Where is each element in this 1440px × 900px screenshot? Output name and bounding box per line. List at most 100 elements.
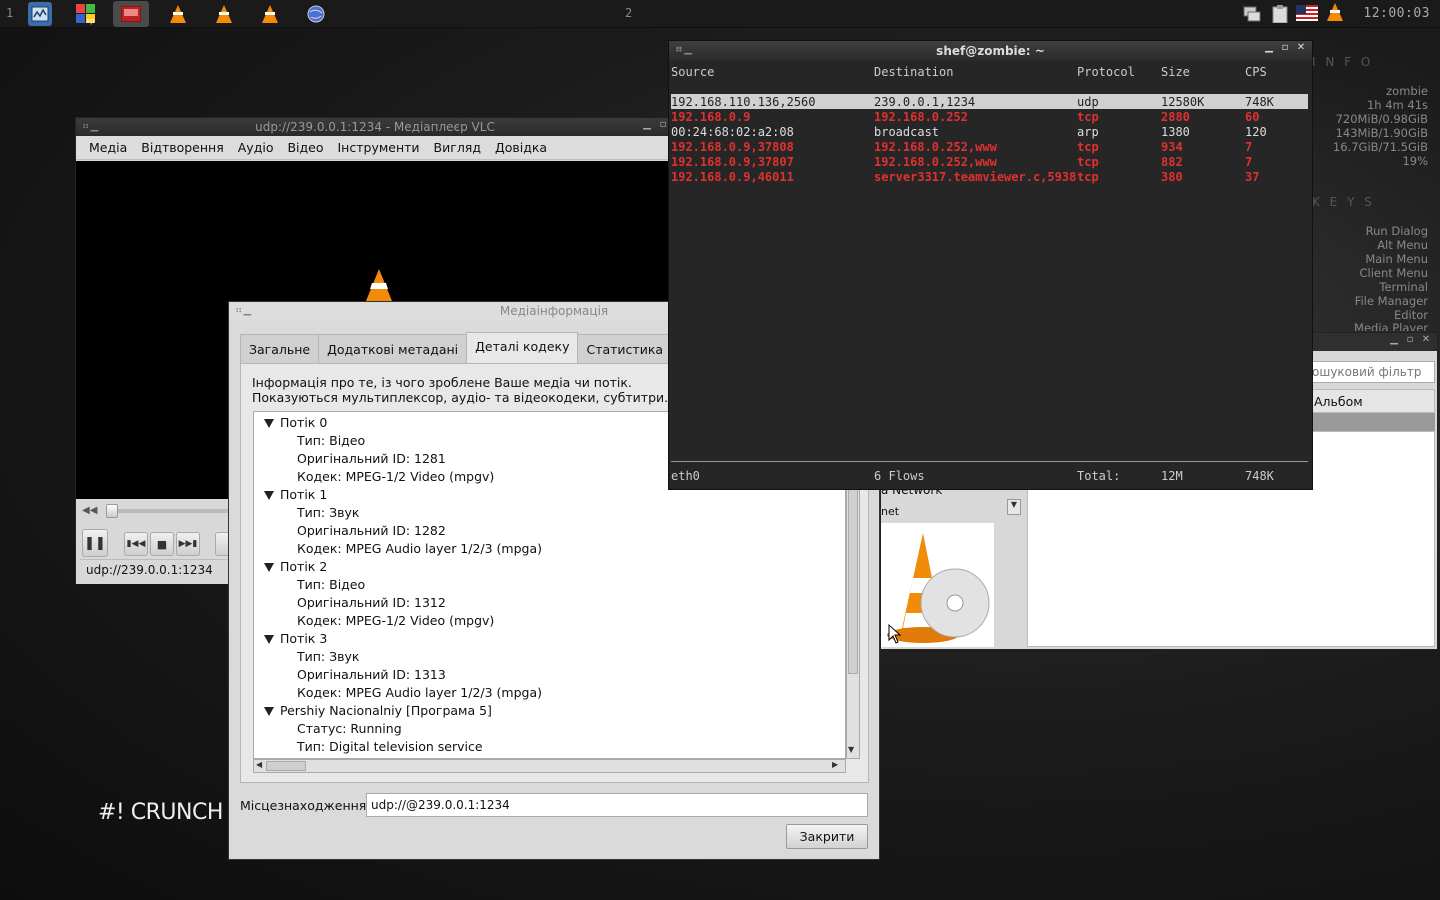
tree-leaf[interactable]: Кодек: MPEG Audio layer 1/2/3 (mpga) xyxy=(297,685,542,700)
tree-item-label: Тип: Відео xyxy=(297,433,366,448)
expand-triangle-icon[interactable] xyxy=(264,419,274,428)
menu-playback[interactable]: Відтворення xyxy=(134,140,230,155)
hscroll-thumb[interactable] xyxy=(266,761,306,771)
maximize-icon[interactable]: ▫ xyxy=(1280,42,1290,53)
column-cps: CPS xyxy=(1245,65,1267,79)
tree-item-label: Оригінальний ID: 1312 xyxy=(297,595,446,610)
cell-source: 192.168.0.9,46011 xyxy=(671,170,794,184)
seek-handle[interactable] xyxy=(106,504,118,518)
scroll-left-icon[interactable]: ◀ xyxy=(256,760,262,769)
tree-leaf[interactable]: Тип: Звук xyxy=(297,649,359,664)
cell-cps: 748K xyxy=(1245,95,1274,109)
tree-leaf[interactable]: Тип: Відео xyxy=(297,433,365,448)
cell-size: 380 xyxy=(1161,170,1183,184)
tree-node[interactable]: Потік 0 xyxy=(264,415,327,430)
minimize-icon[interactable]: ▁ xyxy=(642,119,652,130)
close-icon[interactable]: ✕ xyxy=(1421,334,1431,345)
location-field[interactable]: udp://@239.0.0.1:1234 xyxy=(366,793,868,817)
tree-leaf[interactable]: Оригінальний ID: 1312 xyxy=(297,595,446,610)
tree-leaf[interactable]: Статус: Running xyxy=(297,721,402,736)
tab-extra-metadata[interactable]: Додаткові метадані xyxy=(318,334,468,363)
tree-leaf[interactable]: Оригінальний ID: 1281 xyxy=(297,451,446,466)
tree-item-label: Тип: Digital television service xyxy=(297,739,483,754)
tree-leaf[interactable]: Тип: Digital television service xyxy=(297,739,483,754)
vlc-tray-icon[interactable] xyxy=(1325,3,1345,21)
tree-leaf[interactable]: Тип: Відео xyxy=(297,577,365,592)
cell-cps: 37 xyxy=(1245,170,1260,184)
mouse-cursor-icon xyxy=(888,624,902,644)
scroll-right-icon[interactable]: ▶ xyxy=(832,760,838,769)
rewind-icon[interactable]: ◀◀ xyxy=(82,505,97,516)
tab-codec-details[interactable]: Деталі кодеку xyxy=(466,332,579,363)
search-filter-input[interactable]: ошуковий фільтр xyxy=(1307,361,1435,383)
menu-tools[interactable]: Інструменти xyxy=(331,140,427,155)
minimize-icon[interactable]: ▁ xyxy=(1264,42,1274,53)
dropdown-arrow-icon[interactable]: ▼ xyxy=(1007,499,1021,515)
tab-statistics[interactable]: Статистика xyxy=(577,334,673,363)
tree-item-label: Оригінальний ID: 1282 xyxy=(297,523,446,538)
vlc-cone-icon[interactable] xyxy=(166,2,190,26)
tree-leaf[interactable]: Оригінальний ID: 1282 xyxy=(297,523,446,538)
terminal-titlebar[interactable]: ⠶ ▁ shef@zombie: ~ ▁ ▫ ✕ xyxy=(669,41,1312,61)
tree-item-label: Оригінальний ID: 1281 xyxy=(297,451,446,466)
cell-size: 934 xyxy=(1161,140,1183,154)
tree-node[interactable]: Потік 1 xyxy=(264,487,327,502)
cell-destination: 192.168.0.252 xyxy=(874,110,968,124)
album-column-header[interactable]: Альбом xyxy=(1307,389,1435,413)
vlc-titlebar[interactable]: ⠶ ▁ udp://239.0.0.1:1234 - Медіаплеєр VL… xyxy=(76,118,674,136)
footer-flows: 6 Flows xyxy=(874,469,925,483)
clipboard-icon[interactable] xyxy=(1270,5,1290,24)
horizontal-scrollbar[interactable]: ◀ ▶ xyxy=(253,759,846,773)
conky-key: Main Menu xyxy=(1365,252,1428,266)
tree-node[interactable]: Pershiy Nacionalniy [Програма 5] xyxy=(264,703,492,718)
svg-text:xp: xp xyxy=(86,17,95,25)
menu-media[interactable]: Медіа xyxy=(82,140,134,155)
presentation-app-icon[interactable] xyxy=(113,1,149,27)
scroll-down-icon[interactable]: ▼ xyxy=(848,745,854,754)
tree-item-label: Тип: Відео xyxy=(297,577,366,592)
tree-node[interactable]: Потік 3 xyxy=(264,631,327,646)
tree-leaf[interactable]: Тип: Звук xyxy=(297,505,359,520)
divider xyxy=(671,461,1308,462)
menu-video[interactable]: Відео xyxy=(280,140,330,155)
menu-audio[interactable]: Аудіо xyxy=(231,140,281,155)
minimize-icon[interactable]: ▁ xyxy=(1389,334,1399,345)
vlc-cone-icon[interactable] xyxy=(212,2,236,26)
tree-item-label: Кодек: MPEG Audio layer 1/2/3 (mpga) xyxy=(297,685,543,700)
windows-xp-icon[interactable]: xp xyxy=(74,2,98,26)
globe-icon[interactable] xyxy=(304,2,328,26)
expand-triangle-icon[interactable] xyxy=(264,491,274,500)
previous-button[interactable]: ▮◀◀ xyxy=(124,532,148,556)
expand-triangle-icon[interactable] xyxy=(264,635,274,644)
pause-button[interactable]: ❚❚ xyxy=(82,529,108,557)
close-icon[interactable]: ✕ xyxy=(1296,42,1306,53)
tree-leaf[interactable]: Кодек: MPEG-1/2 Video (mpgv) xyxy=(297,469,494,484)
conky-info-heading: I N F O xyxy=(1312,55,1374,69)
selected-row[interactable] xyxy=(1307,413,1435,431)
maximize-icon[interactable]: ▫ xyxy=(1405,334,1415,345)
cell-destination: server3317.teamviewer.c,5938 xyxy=(874,170,1077,184)
menu-view[interactable]: Вигляд xyxy=(427,140,488,155)
next-button[interactable]: ▶▶▮ xyxy=(176,532,200,556)
tree-leaf[interactable]: Кодек: MPEG Audio layer 1/2/3 (mpga) xyxy=(297,541,542,556)
menu-help[interactable]: Довідка xyxy=(488,140,554,155)
cell-source: 00:24:68:02:a2:08 xyxy=(671,125,794,139)
stop-button[interactable]: ■ xyxy=(150,532,174,556)
workspace-2[interactable]: 2 xyxy=(625,6,632,20)
tree-leaf[interactable]: Кодек: MPEG-1/2 Video (mpgv) xyxy=(297,613,494,628)
tree-leaf[interactable]: Оригінальний ID: 1313 xyxy=(297,667,446,682)
network-icon[interactable] xyxy=(1242,5,1262,23)
terminal-title: shef@zombie: ~ xyxy=(936,44,1045,58)
maximize-icon[interactable]: ▫ xyxy=(658,119,668,130)
workspace-1[interactable]: 1 xyxy=(6,6,13,20)
expand-triangle-icon[interactable] xyxy=(264,563,274,572)
system-monitor-icon[interactable] xyxy=(28,2,52,26)
expand-triangle-icon[interactable] xyxy=(264,707,274,716)
close-button[interactable]: Закрити xyxy=(786,824,868,849)
tab-general[interactable]: Загальне xyxy=(240,334,320,363)
sidebar-item-net[interactable]: net xyxy=(881,505,899,518)
us-flag-icon[interactable] xyxy=(1296,5,1318,23)
tree-node[interactable]: Потік 2 xyxy=(264,559,327,574)
seek-slider[interactable] xyxy=(106,509,231,513)
vlc-cone-icon[interactable] xyxy=(258,2,282,26)
